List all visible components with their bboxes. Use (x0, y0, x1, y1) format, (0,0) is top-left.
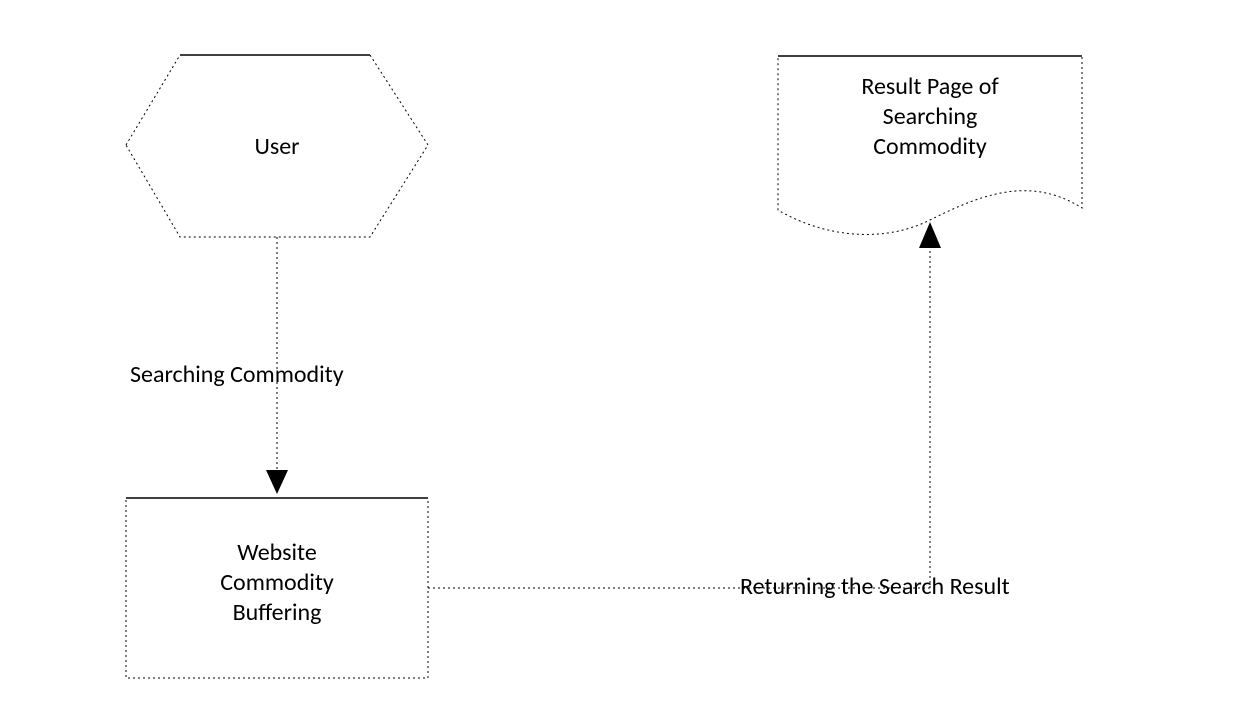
buffer-label: Website Commodity Buffering (126, 538, 428, 628)
edge-user-buffer-label: Searching Commodity (130, 360, 420, 390)
user-label: User (126, 132, 428, 162)
arrow-buffer-to-result (428, 222, 941, 588)
result-label: Result Page of Searching Commodity (778, 72, 1082, 162)
diagram-canvas: User Website Commodity Buffering Result … (0, 0, 1240, 717)
edge-buffer-result-label: Returning the Search Result (740, 572, 1120, 602)
